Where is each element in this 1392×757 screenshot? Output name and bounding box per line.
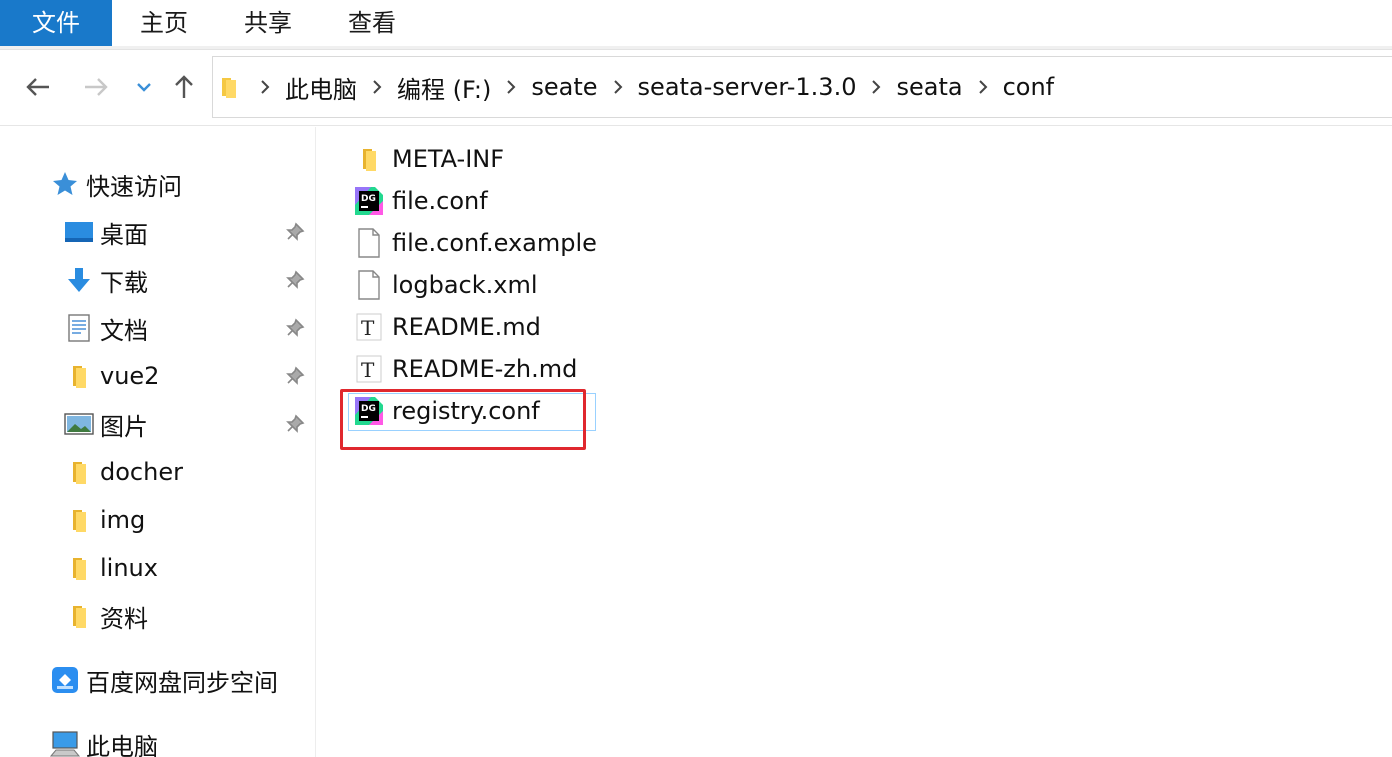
svg-text:DG: DG [361, 404, 376, 414]
navigation-pane: 快速访问 桌面 下载 文档 vue2 图片 docher img linux 资… [0, 127, 316, 757]
nav-label: img [100, 506, 146, 534]
file-name: registry.conf [392, 397, 540, 425]
ribbon: 文件 主页 共享 查看 [0, 0, 1392, 46]
svg-text:T: T [361, 316, 375, 340]
chevron-right-icon[interactable] [598, 57, 638, 117]
arrow-right-icon [85, 78, 108, 96]
file-name: file.conf.example [392, 229, 597, 257]
nav-item-vue2[interactable]: vue2 [64, 356, 159, 396]
address-bar[interactable]: 此电脑 编程 (F:) seate seata-server-1.3.0 sea… [212, 56, 1392, 118]
recent-locations-button[interactable] [126, 62, 162, 112]
file-name: file.conf [392, 187, 488, 215]
arrow-up-icon [175, 75, 193, 98]
nav-label: 快速访问 [86, 172, 182, 201]
chevron-down-icon [137, 83, 151, 92]
nav-label: 下载 [100, 268, 148, 297]
file-name: META-INF [392, 145, 505, 173]
chevron-right-icon[interactable] [357, 57, 397, 117]
blank-file-icon [350, 224, 388, 262]
file-item-readme-zh-md[interactable]: T README-zh.md [350, 349, 577, 389]
nav-label: 百度网盘同步空间 [86, 668, 278, 697]
folder-icon [350, 140, 388, 178]
address-row: 此电脑 编程 (F:) seate seata-server-1.3.0 sea… [0, 50, 1392, 126]
crumb-conf[interactable]: conf [1003, 73, 1055, 101]
nav-label: 此电脑 [86, 732, 158, 757]
file-name: logback.xml [392, 271, 538, 299]
chevron-right-icon[interactable] [245, 57, 285, 117]
crumb-seate[interactable]: seate [531, 73, 597, 101]
file-name: README.md [392, 313, 541, 341]
tab-file[interactable]: 文件 [0, 0, 112, 46]
nav-label: 文档 [100, 316, 148, 345]
nav-item-docher[interactable]: docher [64, 452, 183, 492]
text-file-icon: T [350, 350, 388, 388]
datagrip-icon: DG [350, 182, 388, 220]
folder-icon [64, 457, 94, 487]
nav-item-img[interactable]: img [64, 500, 145, 540]
nav-label: 桌面 [100, 220, 148, 249]
document-icon [64, 313, 94, 343]
crumb-seata[interactable]: seata [896, 73, 962, 101]
pin-icon[interactable] [283, 316, 307, 340]
nav-label: 图片 [100, 412, 148, 441]
nav-item-linux[interactable]: linux [64, 548, 158, 588]
download-icon [64, 265, 94, 295]
tab-view[interactable]: 查看 [320, 0, 424, 46]
arrow-left-icon [26, 78, 49, 96]
pin-icon[interactable] [283, 268, 307, 292]
chevron-right-icon[interactable] [963, 57, 1003, 117]
nav-label: 资料 [100, 604, 148, 633]
svg-text:DG: DG [361, 194, 376, 204]
nav-item-desktop[interactable]: 桌面 [64, 212, 148, 252]
desktop-icon [64, 217, 94, 247]
folder-icon [64, 601, 94, 631]
nav-this-pc[interactable]: 此电脑 [50, 724, 158, 757]
text-file-icon: T [350, 308, 388, 346]
forward-button[interactable] [76, 62, 116, 112]
star-icon [50, 169, 80, 199]
folder-icon [64, 553, 94, 583]
tab-home[interactable]: 主页 [112, 0, 216, 46]
file-item-file-conf-example[interactable]: file.conf.example [350, 223, 597, 263]
pictures-icon [64, 409, 94, 439]
file-item-registry-conf[interactable]: DG registry.conf [350, 391, 540, 431]
chevron-right-icon[interactable] [856, 57, 896, 117]
crumb-this-pc[interactable]: 此电脑 [285, 70, 357, 105]
pin-icon[interactable] [283, 412, 307, 436]
crumb-seata-server[interactable]: seata-server-1.3.0 [638, 73, 857, 101]
pin-icon[interactable] [283, 364, 307, 388]
back-button[interactable] [18, 62, 58, 112]
nav-item-documents[interactable]: 文档 [64, 308, 148, 348]
folder-icon [213, 57, 245, 117]
folder-icon [64, 361, 94, 391]
nav-baidu-sync[interactable]: 百度网盘同步空间 [50, 660, 278, 700]
svg-text:T: T [361, 358, 375, 382]
nav-quick-access[interactable]: 快速访问 [50, 164, 182, 204]
folder-icon [64, 505, 94, 535]
datagrip-icon: DG [350, 392, 388, 430]
crumb-drive-f[interactable]: 编程 (F:) [397, 70, 491, 105]
file-item-logback-xml[interactable]: logback.xml [350, 265, 538, 305]
computer-icon [50, 729, 80, 757]
breadcrumb: 此电脑 编程 (F:) seate seata-server-1.3.0 sea… [213, 57, 1054, 117]
nav-item-materials[interactable]: 资料 [64, 596, 148, 636]
nav-item-downloads[interactable]: 下载 [64, 260, 148, 300]
chevron-right-icon[interactable] [491, 57, 531, 117]
pin-icon[interactable] [283, 220, 307, 244]
nav-label: linux [100, 554, 158, 582]
file-item-readme-md[interactable]: T README.md [350, 307, 541, 347]
nav-label: docher [100, 458, 183, 486]
tab-share[interactable]: 共享 [216, 0, 320, 46]
blank-file-icon [350, 266, 388, 304]
file-item-meta-inf[interactable]: META-INF [350, 139, 504, 179]
nav-item-pictures[interactable]: 图片 [64, 404, 148, 444]
nav-label: vue2 [100, 362, 160, 390]
file-item-file-conf[interactable]: DG file.conf [350, 181, 488, 221]
file-name: README-zh.md [392, 355, 578, 383]
up-button[interactable] [164, 62, 204, 112]
baidu-netdisk-icon [50, 665, 80, 695]
